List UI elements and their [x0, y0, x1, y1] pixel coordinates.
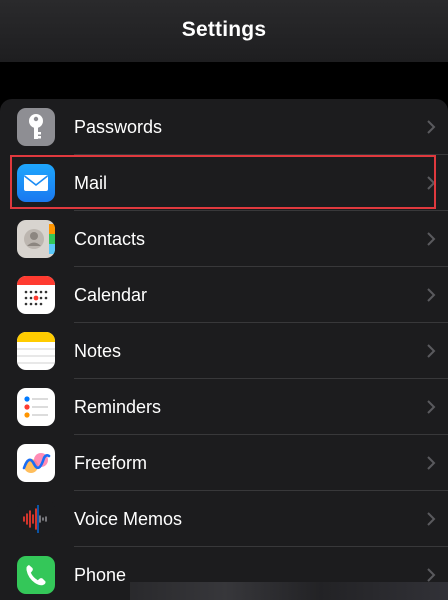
mail-icon [17, 164, 55, 202]
settings-row-label: Notes [74, 340, 122, 361]
chevron-right-icon [427, 568, 436, 582]
settings-row-label: Voice Memos [74, 508, 183, 529]
contacts-icon [17, 220, 55, 258]
chevron-right-icon [427, 344, 436, 358]
phone-icon [17, 556, 55, 594]
settings-row-contacts[interactable]: Contacts [0, 211, 448, 267]
settings-list: Passwords Mail Contacts Calendar Notes R… [0, 99, 448, 600]
reminders-icon [17, 388, 55, 426]
voice-memos-icon [17, 500, 55, 538]
chevron-right-icon [427, 400, 436, 414]
settings-row-freeform[interactable]: Freeform [0, 435, 448, 491]
settings-row-passwords[interactable]: Passwords [0, 99, 448, 155]
settings-row-label: Reminders [74, 396, 162, 417]
settings-row-calendar[interactable]: Calendar [0, 267, 448, 323]
page-title: Settings [181, 18, 267, 41]
settings-row-label: Passwords [74, 116, 163, 137]
settings-row-label: Mail [74, 172, 108, 193]
settings-row-label: Contacts [74, 228, 146, 249]
navigation-bar: Settings [0, 0, 448, 62]
chevron-right-icon [427, 232, 436, 246]
settings-row-label: Phone [74, 564, 127, 585]
settings-row-reminders[interactable]: Reminders [0, 379, 448, 435]
background-window-strip [130, 582, 448, 600]
settings-row-mail[interactable]: Mail [0, 155, 448, 211]
key-icon [17, 108, 55, 146]
settings-row-label: Calendar [74, 284, 148, 305]
chevron-right-icon [427, 120, 436, 134]
chevron-right-icon [427, 456, 436, 470]
freeform-icon [17, 444, 55, 482]
chevron-right-icon [427, 512, 436, 526]
settings-row-notes[interactable]: Notes [0, 323, 448, 379]
settings-row-voice-memos[interactable]: Voice Memos [0, 491, 448, 547]
chevron-right-icon [427, 176, 436, 190]
settings-row-label: Freeform [74, 452, 148, 473]
notes-icon [17, 332, 55, 370]
calendar-icon [17, 276, 55, 314]
chevron-right-icon [427, 288, 436, 302]
